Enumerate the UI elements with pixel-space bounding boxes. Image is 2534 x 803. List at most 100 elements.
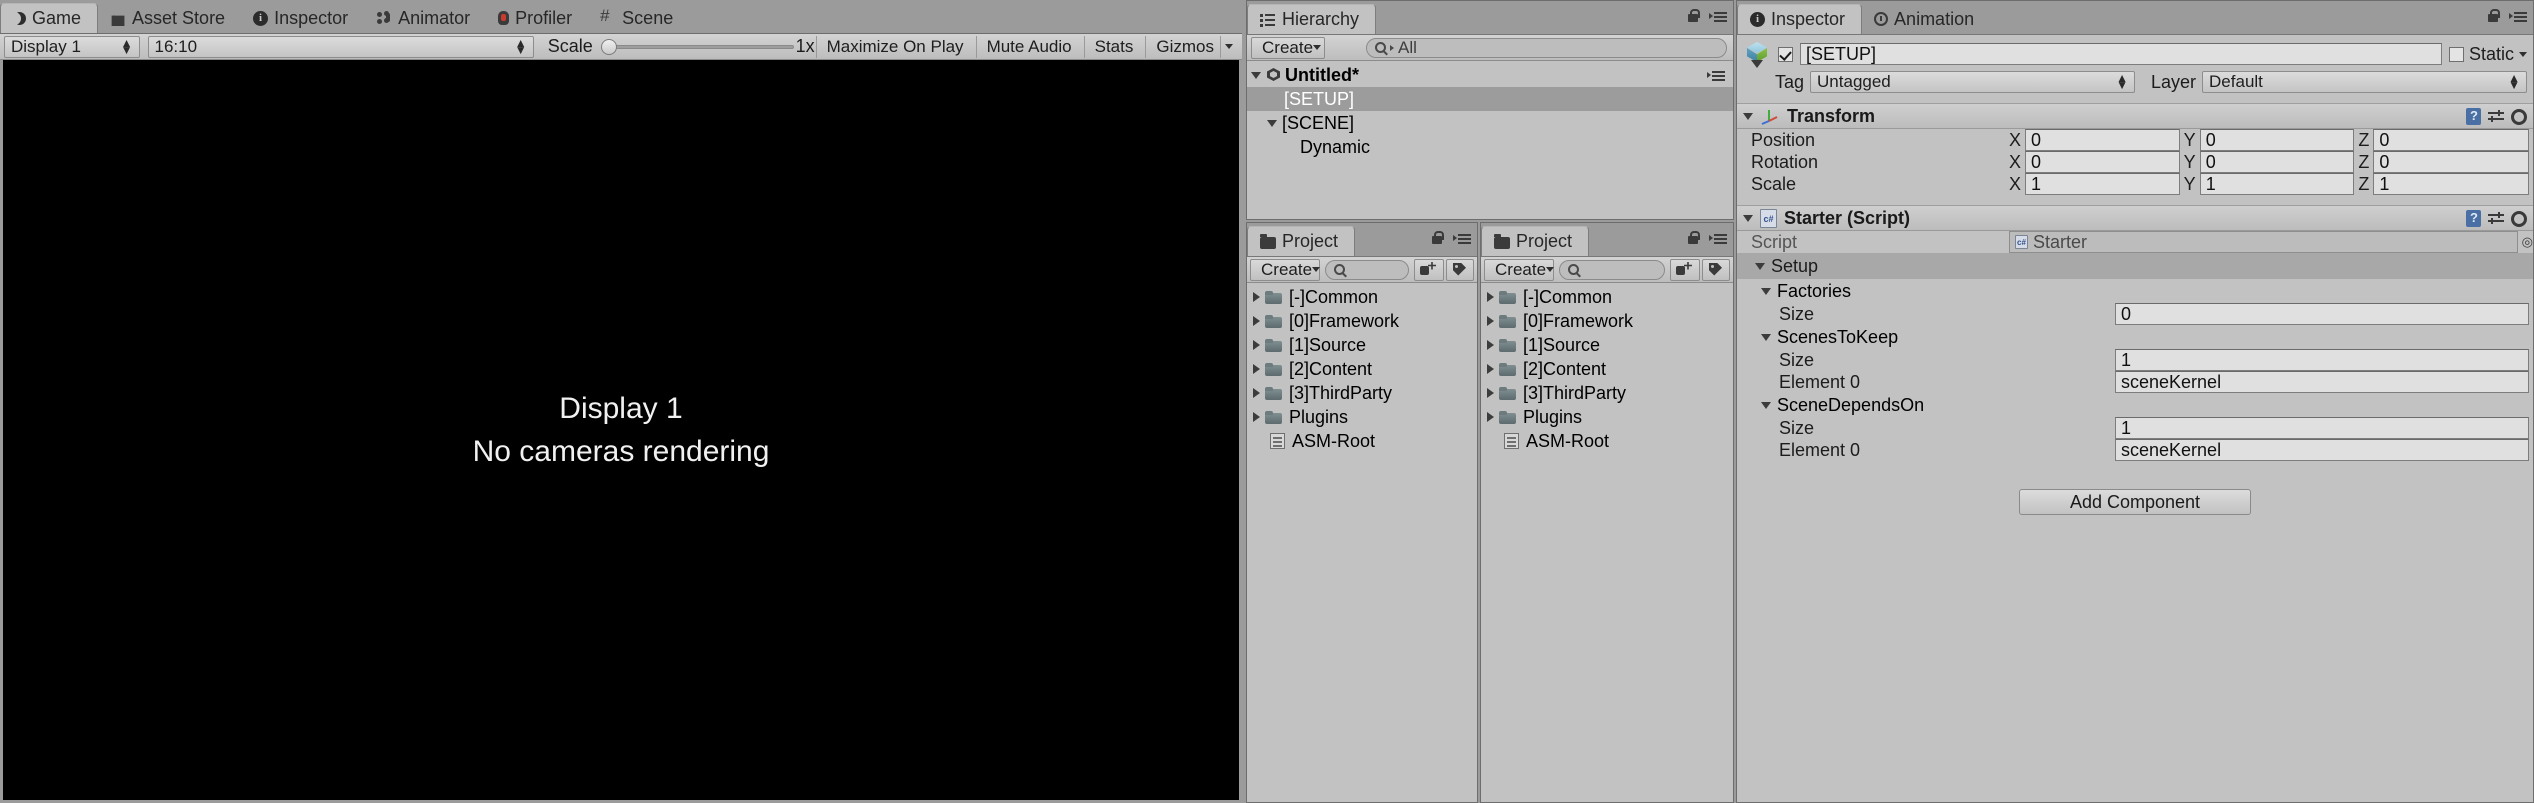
transform-header[interactable]: Transform bbox=[1737, 103, 2533, 129]
project-search-input[interactable] bbox=[1325, 259, 1409, 280]
project-item[interactable]: ASM-Root bbox=[1481, 429, 1733, 453]
layer-dropdown[interactable]: Default ▲ ▼ bbox=[2202, 71, 2527, 93]
project-item[interactable]: [2]Content bbox=[1481, 357, 1733, 381]
static-checkbox[interactable] bbox=[2448, 46, 2464, 62]
project-item[interactable]: [1]Source bbox=[1247, 333, 1477, 357]
tab-animator[interactable]: Animator bbox=[364, 3, 486, 33]
hierarchy-create-button[interactable]: Create bbox=[1251, 36, 1325, 59]
gear-icon[interactable] bbox=[2511, 210, 2527, 227]
group-header-factories[interactable]: Factories bbox=[1737, 279, 2533, 303]
expand-triangle-icon[interactable] bbox=[1487, 412, 1494, 422]
hierarchy-item[interactable]: Untitled* bbox=[1247, 63, 1733, 87]
expand-triangle-icon[interactable] bbox=[1253, 412, 1260, 422]
starter-header[interactable]: c# Starter (Script) bbox=[1737, 205, 2533, 231]
tab-game[interactable]: Game bbox=[0, 3, 99, 33]
collapse-triangle-icon[interactable] bbox=[1761, 333, 1771, 341]
property-input[interactable]: 1 bbox=[2115, 417, 2529, 439]
scene-context-menu-icon[interactable] bbox=[1707, 69, 1725, 81]
expand-triangle-icon[interactable] bbox=[1487, 364, 1494, 374]
tab-scene[interactable]: Scene bbox=[588, 3, 689, 33]
transform-rotation-x-input[interactable]: 0 bbox=[2025, 151, 2180, 173]
hierarchy-item[interactable]: [SETUP] bbox=[1247, 87, 1733, 111]
help-icon[interactable] bbox=[2466, 108, 2481, 125]
project-item[interactable]: [0]Framework bbox=[1247, 309, 1477, 333]
expand-triangle-icon[interactable] bbox=[1253, 292, 1260, 302]
hierarchy-search-input[interactable]: All bbox=[1366, 37, 1727, 58]
hierarchy-item[interactable]: Dynamic bbox=[1247, 135, 1733, 159]
transform-position-x-input[interactable]: 0 bbox=[2025, 129, 2180, 151]
panel-menu-icon[interactable] bbox=[1709, 232, 1727, 244]
project-create-button[interactable]: Create bbox=[1250, 258, 1321, 281]
gear-icon[interactable] bbox=[2511, 108, 2527, 125]
game-render-area[interactable]: Display 1 No cameras rendering bbox=[3, 60, 1239, 800]
stats-button[interactable]: Stats bbox=[1083, 35, 1144, 58]
project-item[interactable]: [1]Source bbox=[1481, 333, 1733, 357]
maximize-on-play-button[interactable]: Maximize On Play bbox=[815, 35, 974, 58]
panel-menu-icon[interactable] bbox=[1453, 232, 1471, 244]
search-by-type-button[interactable] bbox=[1414, 258, 1444, 281]
project-item[interactable]: [3]ThirdParty bbox=[1481, 381, 1733, 405]
transform-position-y-input[interactable]: 0 bbox=[2199, 129, 2355, 151]
project-item[interactable]: Plugins bbox=[1247, 405, 1477, 429]
expand-triangle-icon[interactable] bbox=[1253, 364, 1260, 374]
gameobject-name-input[interactable]: [SETUP] bbox=[1800, 43, 2442, 65]
expand-triangle-icon[interactable] bbox=[1251, 71, 1261, 79]
add-component-button[interactable]: Add Component bbox=[2019, 489, 2251, 515]
tab-hierarchy[interactable]: Hierarchy bbox=[1247, 4, 1377, 34]
lock-icon[interactable] bbox=[1687, 9, 1700, 23]
collapse-triangle-icon[interactable] bbox=[1761, 287, 1771, 295]
gameobject-enabled-checkbox[interactable] bbox=[1778, 46, 1793, 62]
group-header-scenedependson[interactable]: SceneDependsOn bbox=[1737, 393, 2533, 417]
lock-icon[interactable] bbox=[1687, 231, 1700, 245]
tab-inspector[interactable]: i Inspector bbox=[1737, 4, 1863, 34]
panel-menu-icon[interactable] bbox=[1709, 10, 1727, 22]
panel-menu-icon[interactable] bbox=[2509, 10, 2527, 22]
lock-icon[interactable] bbox=[2487, 9, 2500, 23]
scale-slider[interactable] bbox=[600, 36, 794, 58]
collapse-triangle-icon[interactable] bbox=[1761, 401, 1771, 409]
property-input[interactable]: 0 bbox=[2115, 303, 2529, 325]
transform-scale-x-input[interactable]: 1 bbox=[2025, 173, 2180, 195]
property-input[interactable]: 1 bbox=[2115, 349, 2529, 371]
transform-scale-y-input[interactable]: 1 bbox=[2199, 173, 2355, 195]
display-dropdown[interactable]: Display 1 ▲ ▼ bbox=[4, 35, 140, 58]
project-item[interactable]: [3]ThirdParty bbox=[1247, 381, 1477, 405]
collapse-triangle-icon[interactable] bbox=[1755, 262, 1765, 270]
object-picker-icon[interactable]: ◎ bbox=[2522, 234, 2533, 250]
property-input[interactable]: sceneKernel bbox=[2115, 439, 2529, 461]
tab-profiler[interactable]: Profiler bbox=[486, 3, 588, 33]
group-header-scenestokeep[interactable]: ScenesToKeep bbox=[1737, 325, 2533, 349]
expand-triangle-icon[interactable] bbox=[1253, 340, 1260, 350]
expand-triangle-icon[interactable] bbox=[1487, 340, 1494, 350]
aspect-dropdown[interactable]: 16:10 ▲ ▼ bbox=[147, 35, 534, 58]
property-input[interactable]: sceneKernel bbox=[2115, 371, 2529, 393]
tab-animation[interactable]: Animation bbox=[1862, 4, 1990, 34]
expand-triangle-icon[interactable] bbox=[1253, 316, 1260, 326]
lock-icon[interactable] bbox=[1431, 231, 1444, 245]
collapse-triangle-icon[interactable] bbox=[1743, 214, 1753, 222]
expand-triangle-icon[interactable] bbox=[1267, 119, 1277, 127]
transform-rotation-y-input[interactable]: 0 bbox=[2199, 151, 2355, 173]
setup-section-header[interactable]: Setup bbox=[1737, 253, 2533, 279]
project-search-input[interactable] bbox=[1559, 259, 1665, 280]
script-object-field[interactable]: c# Starter bbox=[2009, 231, 2518, 253]
project-item[interactable]: ASM-Root bbox=[1247, 429, 1477, 453]
tag-dropdown[interactable]: Untagged ▲ ▼ bbox=[1810, 71, 2135, 93]
project-item[interactable]: [0]Framework bbox=[1481, 309, 1733, 333]
static-control[interactable]: Static bbox=[2448, 44, 2527, 65]
preset-icon[interactable] bbox=[2488, 109, 2504, 125]
mute-audio-button[interactable]: Mute Audio bbox=[975, 35, 1082, 58]
project-item[interactable]: [2]Content bbox=[1247, 357, 1477, 381]
tab-asset-store[interactable]: Asset Store bbox=[98, 3, 241, 33]
expand-triangle-icon[interactable] bbox=[1487, 388, 1494, 398]
tab-project[interactable]: Project bbox=[1247, 226, 1356, 256]
scale-slider-thumb[interactable] bbox=[600, 38, 617, 55]
chevron-down-icon[interactable] bbox=[2519, 51, 2527, 57]
gizmos-button[interactable]: Gizmos bbox=[1145, 35, 1218, 58]
preset-icon[interactable] bbox=[2488, 211, 2504, 227]
help-icon[interactable] bbox=[2466, 210, 2481, 227]
transform-position-z-input[interactable]: 0 bbox=[2373, 129, 2530, 151]
hierarchy-item[interactable]: [SCENE] bbox=[1247, 111, 1733, 135]
gizmos-dropdown-button[interactable] bbox=[1220, 35, 1241, 58]
tab-inspector[interactable]: i Inspector bbox=[241, 3, 364, 33]
